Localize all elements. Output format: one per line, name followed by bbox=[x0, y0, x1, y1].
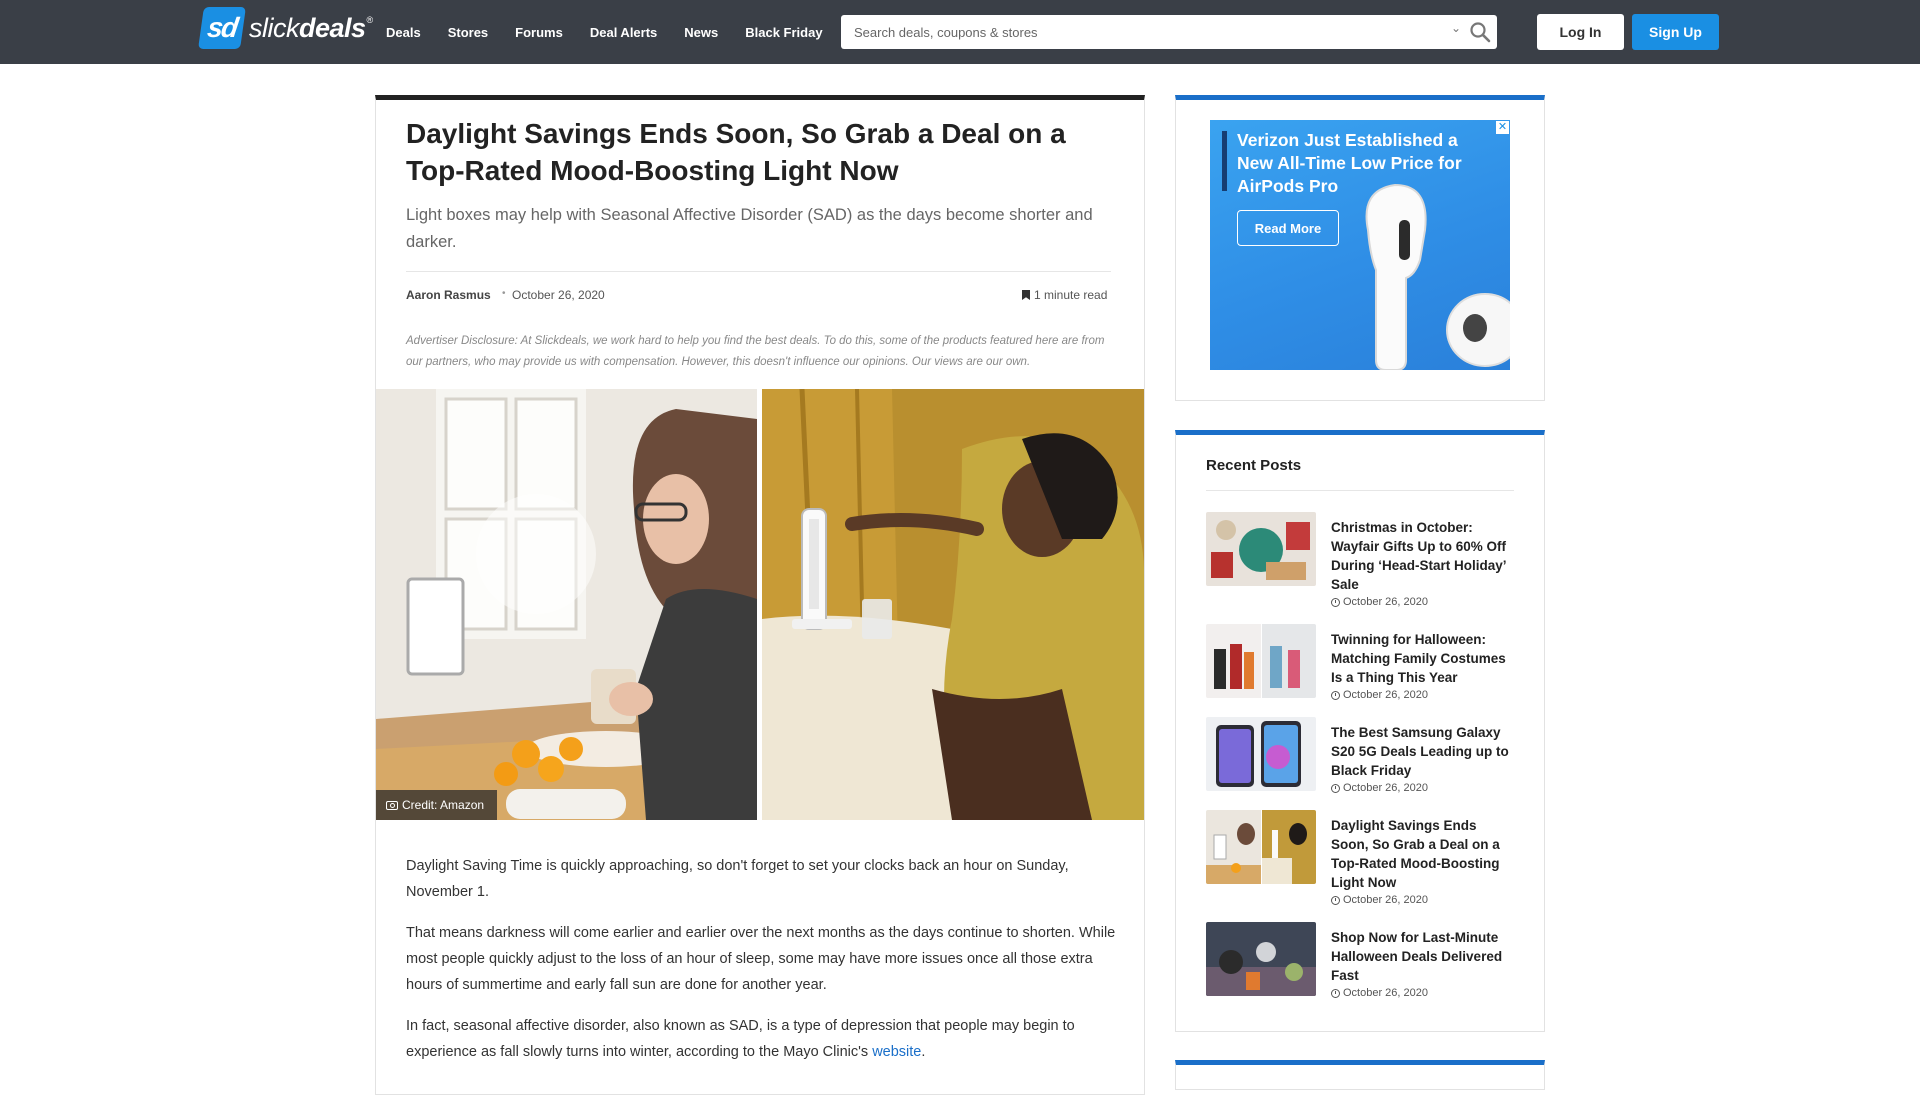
nav-deals[interactable]: Deals bbox=[386, 25, 421, 40]
hero-photo-woman-with-light-box bbox=[376, 389, 757, 820]
ad-read-more-button[interactable]: Read More bbox=[1237, 210, 1339, 246]
sidebar-ad-card: Verizon Just Established a New All-Time … bbox=[1175, 95, 1545, 401]
post-date-label: October 26, 2020 bbox=[1343, 689, 1429, 701]
post-date: October 26, 2020 bbox=[1331, 987, 1428, 999]
chevron-down-icon[interactable]: ⌄ bbox=[1451, 21, 1461, 35]
logo-wordmark: slickdeals bbox=[249, 12, 366, 43]
ad-headline: Verizon Just Established a New All-Time … bbox=[1237, 130, 1462, 196]
post-date: October 26, 2020 bbox=[1331, 894, 1428, 906]
login-button[interactable]: Log In bbox=[1537, 14, 1624, 50]
slickdeals-logo[interactable]: sd slickdeals ® bbox=[198, 7, 374, 49]
sidebar-next-card bbox=[1175, 1060, 1545, 1090]
read-time-label: 1 minute read bbox=[1034, 288, 1108, 302]
camera-icon bbox=[386, 800, 398, 810]
nav-forums[interactable]: Forums bbox=[515, 25, 563, 40]
nav-stores[interactable]: Stores bbox=[448, 25, 488, 40]
advertiser-disclosure: Advertiser Disclosure: At Slickdeals, we… bbox=[406, 335, 1105, 368]
hero-image: Credit: Amazon bbox=[376, 389, 1144, 820]
main-nav: Deals Stores Forums Deal Alerts News Bla… bbox=[386, 0, 850, 64]
post-date: October 26, 2020 bbox=[1331, 782, 1428, 794]
clock-icon bbox=[1331, 690, 1340, 700]
nav-news[interactable]: News bbox=[684, 25, 718, 40]
nav-deal-alerts[interactable]: Deal Alerts bbox=[590, 25, 657, 40]
post-title[interactable]: Daylight Savings Ends Soon, So Grab a De… bbox=[1331, 816, 1516, 892]
read-time: 1 minute read bbox=[1022, 288, 1107, 302]
article-paragraph-2: That means darkness will come earlier an… bbox=[406, 925, 1116, 993]
logo-mark: sd bbox=[198, 7, 246, 49]
post-thumbnail-galaxy[interactable] bbox=[1206, 717, 1316, 791]
search-input[interactable] bbox=[841, 15, 1431, 49]
image-credit: Credit: Amazon bbox=[376, 790, 497, 820]
article-title: Daylight Savings Ends Soon, So Grab a De… bbox=[406, 118, 1066, 186]
image-credit-label: Credit: Amazon bbox=[402, 798, 485, 812]
post-date-label: October 26, 2020 bbox=[1343, 894, 1429, 906]
divider bbox=[406, 271, 1111, 272]
post-date-label: October 26, 2020 bbox=[1343, 987, 1429, 999]
signup-button[interactable]: Sign Up bbox=[1632, 14, 1719, 50]
post-date: October 26, 2020 bbox=[1331, 689, 1428, 701]
airpods-ad-banner[interactable]: Verizon Just Established a New All-Time … bbox=[1210, 120, 1510, 370]
meta-separator: • bbox=[502, 288, 506, 299]
publish-date: October 26, 2020 bbox=[512, 288, 605, 302]
ad-accent-bar bbox=[1222, 131, 1227, 191]
post-date-label: October 26, 2020 bbox=[1343, 596, 1429, 608]
search-box: ⌄ bbox=[841, 15, 1497, 49]
post-thumbnail-halloween[interactable] bbox=[1206, 922, 1316, 996]
post-thumbnail-holiday[interactable] bbox=[1206, 512, 1316, 586]
bookmark-icon bbox=[1022, 290, 1030, 300]
clock-icon bbox=[1331, 783, 1340, 793]
recent-posts-card: Recent Posts Christmas in October: Wayfa… bbox=[1175, 430, 1545, 1032]
article-paragraph-1: Daylight Saving Time is quickly approach… bbox=[406, 858, 1069, 900]
author-link[interactable]: Aaron Rasmus bbox=[406, 288, 491, 302]
clock-icon bbox=[1331, 988, 1340, 998]
divider bbox=[1206, 490, 1514, 491]
post-title[interactable]: Christmas in October: Wayfair Gifts Up t… bbox=[1331, 518, 1516, 594]
post-date: October 26, 2020 bbox=[1331, 596, 1428, 608]
ad-close-icon[interactable]: ✕ bbox=[1496, 121, 1509, 134]
registered-mark: ® bbox=[366, 15, 374, 25]
paragraph-3-end: . bbox=[921, 1044, 926, 1060]
search-icon[interactable] bbox=[1469, 21, 1491, 48]
post-thumbnail-light-box[interactable] bbox=[1206, 810, 1316, 884]
clock-icon bbox=[1331, 597, 1340, 607]
article-paragraph-3: In fact, seasonal affective disorder, al… bbox=[406, 1013, 1118, 1065]
post-title[interactable]: Twinning for Halloween: Matching Family … bbox=[1331, 630, 1516, 687]
recent-posts-heading: Recent Posts bbox=[1206, 457, 1302, 474]
post-title[interactable]: Shop Now for Last-Minute Halloween Deals… bbox=[1331, 928, 1516, 985]
article-card: Daylight Savings Ends Soon, So Grab a De… bbox=[375, 95, 1145, 1095]
post-date-label: October 26, 2020 bbox=[1343, 782, 1429, 794]
post-title[interactable]: The Best Samsung Galaxy S20 5G Deals Lea… bbox=[1331, 723, 1516, 780]
hero-photo-woman-adjusting-light bbox=[762, 389, 1144, 820]
post-thumbnail-costumes[interactable] bbox=[1206, 624, 1316, 698]
nav-black-friday[interactable]: Black Friday bbox=[745, 25, 822, 40]
article-subtitle: Light boxes may help with Seasonal Affec… bbox=[406, 206, 1093, 251]
mayo-clinic-link[interactable]: website bbox=[872, 1044, 921, 1060]
clock-icon bbox=[1331, 895, 1340, 905]
top-navigation-bar: sd slickdeals ® Deals Stores Forums Deal… bbox=[0, 0, 1920, 64]
paragraph-3-text: In fact, seasonal affective disorder, al… bbox=[406, 1018, 1075, 1060]
